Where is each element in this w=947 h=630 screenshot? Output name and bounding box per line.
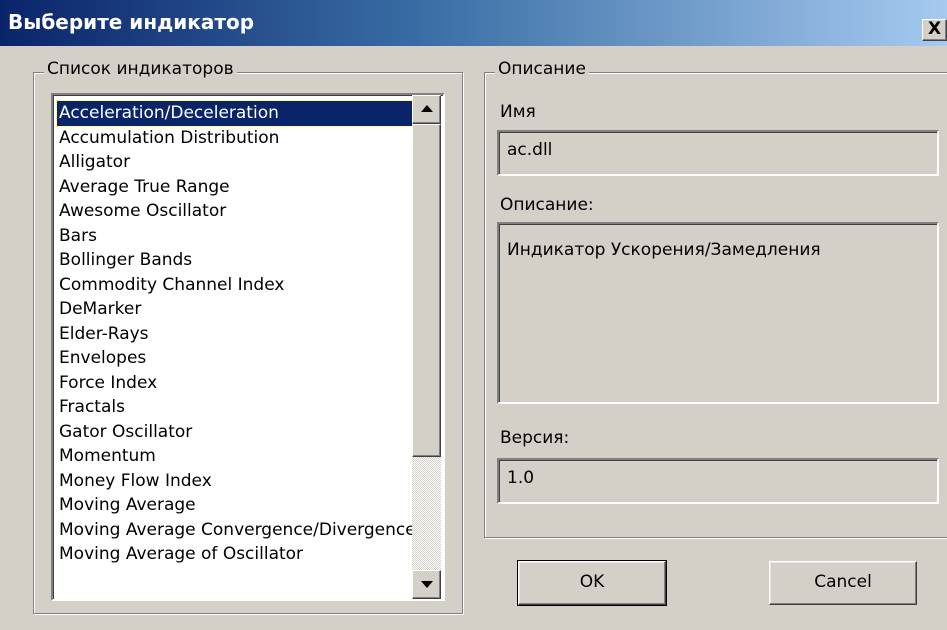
name-label: Имя [500, 102, 536, 122]
list-item[interactable]: Commodity Channel Index [57, 273, 413, 298]
description-field: Индикатор Ускорения/Замедления [497, 222, 939, 404]
list-item[interactable]: Acceleration/Deceleration [56, 100, 414, 127]
ok-button[interactable]: OK [517, 560, 667, 606]
list-item[interactable]: Gator Oscillator [57, 420, 413, 445]
list-item[interactable]: Moving Average Convergence/Divergence [57, 518, 413, 543]
scroll-up-button[interactable] [412, 95, 441, 124]
close-icon: X [927, 19, 942, 39]
arrow-up-icon [421, 105, 433, 112]
version-label: Версия: [500, 428, 570, 448]
list-item[interactable]: Force Index [57, 371, 413, 396]
list-item[interactable]: Moving Average [57, 493, 413, 518]
indicator-list-items: Acceleration/Deceleration Accumulation Di… [56, 100, 414, 567]
list-item[interactable]: Moving Average of Oscillator [57, 542, 413, 567]
list-item[interactable]: Bars [57, 224, 413, 249]
indicator-listbox[interactable]: Acceleration/Deceleration Accumulation Di… [51, 93, 445, 601]
list-item[interactable]: Awesome Oscillator [57, 199, 413, 224]
window-title: Выберите индикатор [8, 10, 255, 34]
list-item[interactable]: DeMarker [57, 297, 413, 322]
cancel-button[interactable]: Cancel [769, 561, 917, 605]
list-item[interactable]: Fractals [57, 395, 413, 420]
list-item[interactable]: Momentum [57, 444, 413, 469]
indicator-list-legend: Список индикаторов [44, 59, 237, 79]
close-button[interactable]: X [922, 19, 947, 41]
scroll-thumb[interactable] [412, 124, 441, 457]
list-item[interactable]: Average True Range [57, 175, 413, 200]
list-item[interactable]: Bollinger Bands [57, 248, 413, 273]
name-field: ac.dll [497, 130, 939, 176]
description-legend: Описание [495, 59, 589, 79]
version-field: 1.0 [497, 458, 939, 504]
scroll-down-button[interactable] [412, 570, 441, 599]
listbox-scrollbar[interactable] [412, 95, 441, 599]
description-label: Описание: [500, 195, 594, 215]
list-item[interactable]: Accumulation Distribution [57, 126, 413, 151]
list-item[interactable]: Envelopes [57, 346, 413, 371]
list-item[interactable]: Money Flow Index [57, 469, 413, 494]
arrow-down-icon [421, 581, 433, 588]
title-bar: Выберите индикатор [0, 0, 947, 46]
list-item[interactable]: Elder-Rays [57, 322, 413, 347]
list-item[interactable]: Alligator [57, 150, 413, 175]
